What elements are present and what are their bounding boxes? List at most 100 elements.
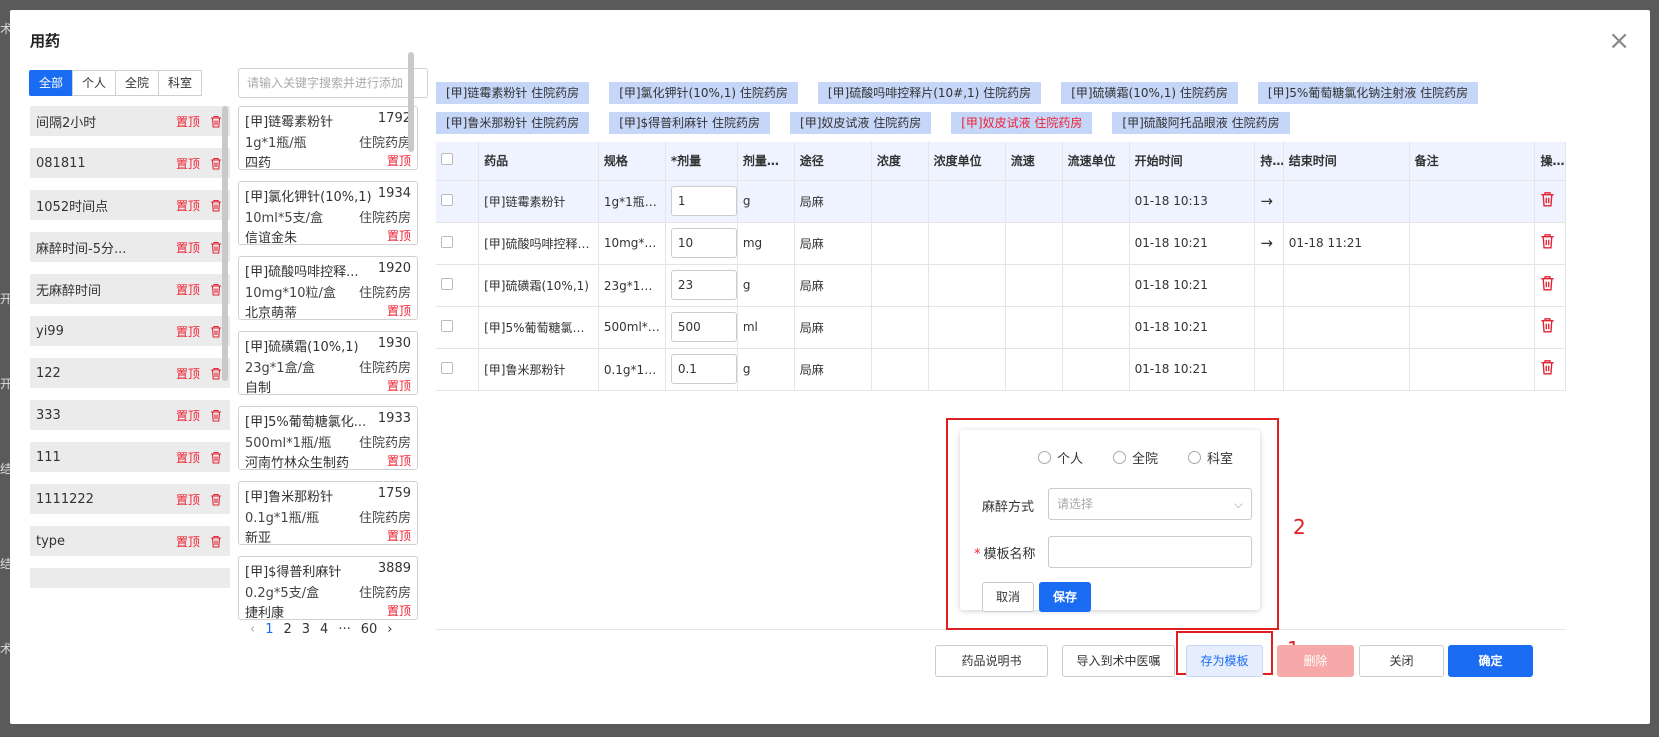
pin-top-link[interactable]: 置顶: [176, 113, 200, 130]
flow-rate-unit-cell[interactable]: [1062, 222, 1130, 265]
delete-button[interactable]: 删除: [1277, 645, 1354, 677]
radio-department[interactable]: 科室: [1188, 448, 1233, 467]
drug-tag[interactable]: [甲]鲁米那粉针 住院药房: [436, 112, 590, 134]
trash-icon[interactable]: [210, 409, 222, 422]
save-as-template-button[interactable]: 存为模板: [1186, 645, 1263, 677]
continuous-cell[interactable]: →: [1254, 222, 1284, 265]
table-row[interactable]: [甲]鲁米那粉针 0.1g*1瓶/... 0.1 g 局麻 01-18 10:21: [436, 348, 1566, 391]
dose-input[interactable]: 500: [670, 312, 737, 342]
template-list-item[interactable]: 1052时间点 置顶: [30, 190, 230, 220]
flow-rate-unit-cell[interactable]: [1062, 180, 1130, 223]
drug-tag[interactable]: [甲]链霉素粉针 住院药房: [436, 82, 590, 104]
trash-icon[interactable]: [1540, 359, 1556, 376]
start-time-cell[interactable]: 01-18 10:21: [1129, 348, 1256, 391]
page-number[interactable]: 3: [302, 622, 310, 637]
import-to-orders-button[interactable]: 导入到术中医嘱: [1062, 645, 1175, 677]
remark-cell[interactable]: [1409, 306, 1536, 349]
dose-input[interactable]: 0.1: [670, 354, 737, 384]
drug-card[interactable]: [甲]氯化钾针(10%,1) 1934 10ml*5支/盒 住院药房 信谊金朱 置顶: [238, 181, 418, 246]
tab-hospital[interactable]: 全院: [115, 70, 160, 96]
unit-cell[interactable]: g: [737, 348, 795, 391]
concentration-unit-cell[interactable]: [928, 306, 1006, 349]
template-list-item[interactable]: type 置顶: [30, 526, 230, 556]
pin-top-link[interactable]: 置顶: [176, 239, 200, 256]
remark-cell[interactable]: [1409, 348, 1536, 391]
row-checkbox-cell[interactable]: [436, 306, 480, 349]
pin-top-link[interactable]: 置顶: [387, 527, 411, 546]
end-time-cell[interactable]: 01-18 11:21: [1283, 222, 1410, 265]
concentration-cell[interactable]: [871, 306, 929, 349]
template-name-input[interactable]: [1048, 536, 1252, 568]
page-number[interactable]: 2: [283, 622, 291, 637]
page-number[interactable]: 60: [361, 622, 378, 637]
template-list-item[interactable]: [30, 568, 230, 588]
route-cell[interactable]: 局麻: [794, 264, 872, 307]
dose-input[interactable]: 23: [670, 270, 737, 300]
drug-tag[interactable]: [甲]氯化钾针(10%,1) 住院药房: [609, 82, 798, 104]
start-time-cell[interactable]: 01-18 10:13: [1129, 180, 1256, 223]
pin-top-link[interactable]: 置顶: [387, 152, 411, 171]
close-button[interactable]: 关闭: [1359, 645, 1444, 677]
continuous-cell[interactable]: →: [1254, 180, 1284, 223]
flow-rate-cell[interactable]: [1005, 222, 1063, 265]
select-all-checkbox[interactable]: [441, 153, 453, 166]
drug-tag[interactable]: [甲]$得普利麻针 住院药房: [609, 112, 771, 134]
anesthesia-method-select[interactable]: 请选择 ⌵: [1048, 488, 1252, 520]
route-cell[interactable]: 局麻: [794, 180, 872, 223]
template-list-item[interactable]: 081811 置顶: [30, 148, 230, 178]
concentration-cell[interactable]: [871, 264, 929, 307]
trash-icon[interactable]: [1540, 275, 1556, 292]
save-button[interactable]: 保存: [1039, 582, 1091, 612]
trash-icon[interactable]: [1540, 317, 1556, 334]
select-all-checkbox-cell[interactable]: [436, 142, 480, 181]
drug-list-scrollbar[interactable]: [408, 52, 414, 152]
flow-rate-unit-cell[interactable]: [1062, 306, 1130, 349]
pin-top-link[interactable]: 置顶: [176, 407, 200, 424]
flow-rate-unit-cell[interactable]: [1062, 348, 1130, 391]
concentration-cell[interactable]: [871, 180, 929, 223]
page-number[interactable]: 4: [320, 622, 328, 637]
concentration-unit-cell[interactable]: [928, 348, 1006, 391]
pin-top-link[interactable]: 置顶: [387, 377, 411, 396]
drug-card[interactable]: [甲]鲁米那粉针 1759 0.1g*1瓶/瓶 住院药房 新亚 置顶: [238, 481, 418, 546]
row-checkbox[interactable]: [441, 193, 453, 206]
table-row[interactable]: [甲]硫磺霜(10%,1) 23g*1盒/盒 23 g 局麻 01-18 10:21: [436, 264, 1566, 307]
drug-tag[interactable]: [甲]奴皮试液 住院药房: [790, 112, 932, 134]
concentration-cell[interactable]: [871, 222, 929, 265]
flow-rate-cell[interactable]: [1005, 306, 1063, 349]
row-checkbox[interactable]: [441, 361, 453, 374]
drug-tag[interactable]: [甲]5%葡萄糖氯化钠注射液 住院药房: [1257, 82, 1479, 104]
unit-cell[interactable]: g: [737, 264, 795, 307]
trash-icon[interactable]: [210, 115, 222, 128]
flow-rate-cell[interactable]: [1005, 264, 1063, 307]
row-checkbox-cell[interactable]: [436, 348, 480, 391]
remark-cell[interactable]: [1409, 222, 1536, 265]
trash-icon[interactable]: [210, 493, 222, 506]
template-list-item[interactable]: 111 置顶: [30, 442, 230, 472]
close-icon[interactable]: ×: [1608, 28, 1630, 54]
table-row[interactable]: [甲]链霉素粉针 1g*1瓶/瓶 1 g 局麻 01-18 10:13 →: [436, 180, 1566, 223]
pin-top-link[interactable]: 置顶: [387, 227, 411, 246]
template-list-item[interactable]: 333 置顶: [30, 400, 230, 430]
flow-rate-unit-cell[interactable]: [1062, 264, 1130, 307]
end-time-cell[interactable]: [1283, 264, 1410, 307]
confirm-button[interactable]: 确定: [1448, 645, 1533, 677]
unit-cell[interactable]: g: [737, 180, 795, 223]
end-time-cell[interactable]: [1283, 180, 1410, 223]
page-ellipsis[interactable]: ···: [338, 622, 350, 637]
trash-icon[interactable]: [210, 451, 222, 464]
pin-top-link[interactable]: 置顶: [387, 602, 411, 621]
pin-top-link[interactable]: 置顶: [387, 302, 411, 321]
drug-card[interactable]: [甲]5%葡萄糖氯化... 1933 500ml*1瓶/瓶 住院药房 河南竹林众生制药 置…: [238, 406, 418, 471]
row-checkbox-cell[interactable]: [436, 222, 480, 265]
start-time-cell[interactable]: 01-18 10:21: [1129, 264, 1256, 307]
route-cell[interactable]: 局麻: [794, 348, 872, 391]
pin-top-link[interactable]: 置顶: [176, 197, 200, 214]
template-list-item[interactable]: yi99 置顶: [30, 316, 230, 346]
trash-icon[interactable]: [1540, 191, 1556, 208]
pin-top-link[interactable]: 置顶: [176, 323, 200, 340]
row-checkbox-cell[interactable]: [436, 264, 480, 307]
dose-input[interactable]: 1: [670, 186, 737, 216]
prev-page-icon[interactable]: ‹: [250, 622, 255, 637]
tab-department[interactable]: 科室: [158, 70, 203, 96]
